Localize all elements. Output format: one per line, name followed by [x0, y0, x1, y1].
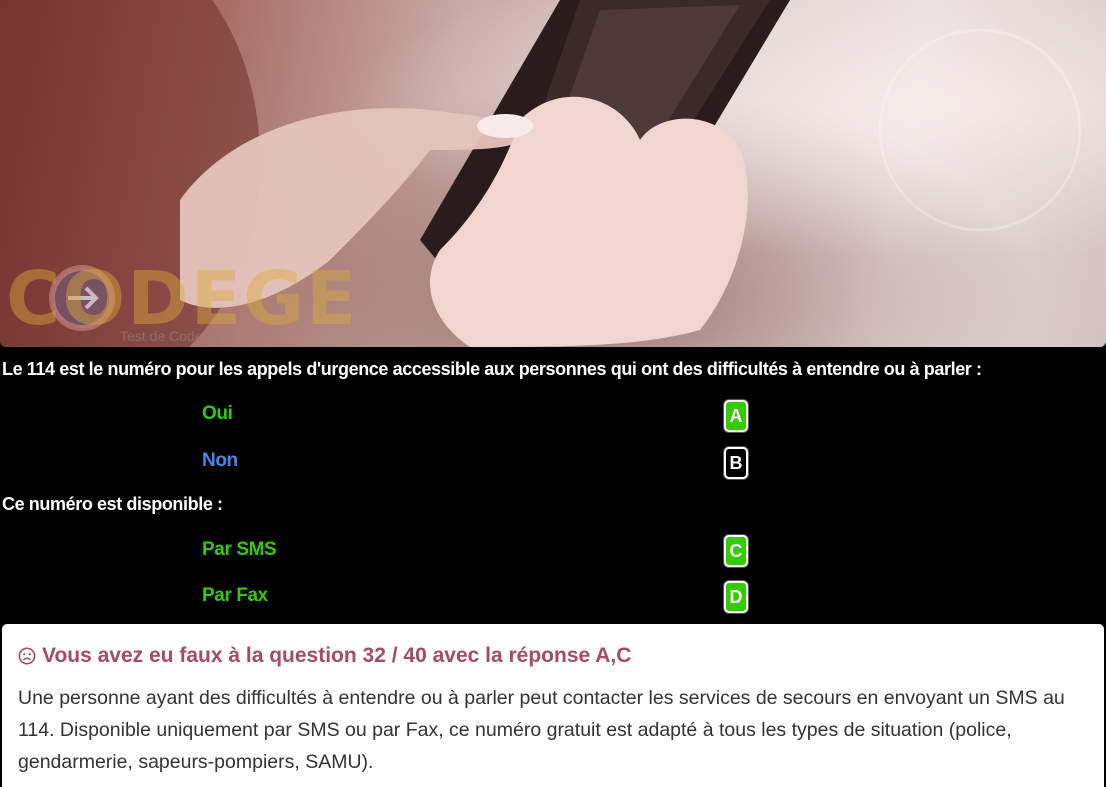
answer-label-par-sms: Par SMS	[202, 539, 277, 560]
watermark-logo: CODEGE	[6, 256, 359, 342]
answer-button-d[interactable]: D	[724, 581, 748, 613]
answer-label-oui: Oui	[202, 403, 233, 424]
feedback-title-row: Vous avez eu faux à la question 32 / 40 …	[18, 644, 1088, 668]
watermark-subtitle: Test de Code de la	[120, 328, 237, 344]
question-2-text: Ce numéro est disponible :	[2, 494, 223, 514]
feedback-panel: Vous avez eu faux à la question 32 / 40 …	[2, 624, 1104, 787]
feedback-explanation: Une personne ayant des difficultés à ent…	[18, 687, 1065, 773]
answer-label-non: Non	[202, 450, 238, 471]
answer-button-a[interactable]: A	[724, 400, 748, 432]
quiz-page: CODEGE Test de Code de la Le 114 est le …	[0, 0, 1106, 787]
answer-label-par-fax: Par Fax	[202, 585, 268, 606]
answer-button-b[interactable]: B	[724, 447, 748, 479]
answer-button-c[interactable]: C	[724, 535, 748, 567]
feedback-title: Vous avez eu faux à la question 32 / 40 …	[42, 644, 632, 667]
sad-face-icon	[18, 647, 36, 665]
question-1-text: Le 114 est le numéro pour les appels d'u…	[2, 359, 982, 379]
hero-image: CODEGE Test de Code de la	[0, 0, 1106, 347]
